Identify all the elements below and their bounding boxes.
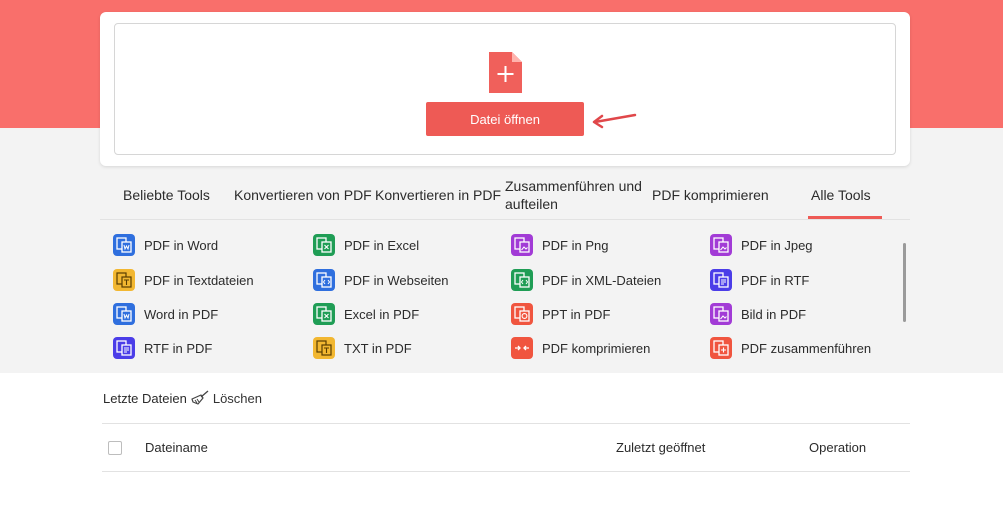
tab-label: Konvertieren von PDF xyxy=(234,187,372,203)
open-file-button[interactable]: Datei öffnen xyxy=(426,102,584,136)
tool-label: PDF in Jpeg xyxy=(741,237,813,253)
upload-card: Datei öffnen xyxy=(100,12,910,166)
select-all-checkbox[interactable] xyxy=(108,441,122,455)
tool-label: PPT in PDF xyxy=(542,306,611,322)
word-doc-icon xyxy=(113,234,135,256)
clear-label: Löschen xyxy=(212,390,262,406)
excel-doc-icon xyxy=(313,303,335,325)
text-doc-icon xyxy=(313,337,335,359)
broom-icon xyxy=(191,390,209,405)
app-window: Datei öffnen Beliebte Tools Konvertieren… xyxy=(0,0,1003,523)
ppt-doc-icon xyxy=(511,303,533,325)
recent-files-table-header: Dateiname Zuletzt geöffnet Operation xyxy=(102,423,910,472)
tool-rtf-in-pdf[interactable]: RTF in PDF xyxy=(113,335,212,361)
tab-alle-tools[interactable]: Alle Tools xyxy=(808,172,882,219)
web-doc-icon xyxy=(313,269,335,291)
tool-pdf-in-jpeg[interactable]: PDF in Jpeg xyxy=(710,232,813,258)
tool-label: PDF in XML-Dateien xyxy=(542,272,662,288)
image-doc-icon xyxy=(511,234,533,256)
tab-label: PDF komprimieren xyxy=(652,187,769,203)
tab-konvertieren-von-pdf[interactable]: Konvertieren von PDF xyxy=(234,172,372,218)
tab-konvertieren-in-pdf[interactable]: Konvertieren in PDF xyxy=(375,172,501,218)
tool-label: PDF in Excel xyxy=(344,237,420,253)
tool-ppt-in-pdf[interactable]: PPT in PDF xyxy=(511,301,610,327)
text-doc-icon xyxy=(113,269,135,291)
rtf-doc-icon xyxy=(113,337,135,359)
tool-pdf-in-rtf[interactable]: PDF in RTF xyxy=(710,267,809,293)
image-doc-icon xyxy=(710,303,732,325)
tool-pdf-in-webseiten[interactable]: PDF in Webseiten xyxy=(313,267,449,293)
image-doc-icon xyxy=(710,234,732,256)
tab-label: Beliebte Tools xyxy=(123,187,210,203)
tool-tabs: Beliebte Tools Konvertieren von PDF Konv… xyxy=(100,172,910,220)
tool-pdf-in-textdateien[interactable]: PDF in Textdateien xyxy=(113,267,254,293)
tool-grid-scrollbar[interactable] xyxy=(903,243,906,322)
tab-label: Alle Tools xyxy=(811,187,871,203)
recent-files-header: Letzte Dateien Löschen xyxy=(103,390,262,406)
tool-grid: PDF in Word PDF in Excel PDF in Png PDF … xyxy=(100,228,890,368)
column-header-last-opened[interactable]: Zuletzt geöffnet xyxy=(616,440,705,455)
file-plus-icon[interactable] xyxy=(489,52,522,93)
tool-label: Word in PDF xyxy=(144,306,219,322)
tool-label: PDF in Word xyxy=(144,237,219,253)
tab-beliebte-tools[interactable]: Beliebte Tools xyxy=(123,172,210,218)
tool-pdf-komprimieren[interactable]: PDF komprimieren xyxy=(511,335,650,361)
tool-label: PDF in Textdateien xyxy=(144,272,254,288)
tool-pdf-in-png[interactable]: PDF in Png xyxy=(511,232,608,258)
tool-label: PDF in RTF xyxy=(741,272,810,288)
tool-label: PDF in Webseiten xyxy=(344,272,449,288)
clear-button[interactable]: Löschen xyxy=(191,390,262,406)
tool-pdf-zusammenfuehren[interactable]: PDF zusammenführen xyxy=(710,335,871,361)
tool-txt-in-pdf[interactable]: TXT in PDF xyxy=(313,335,412,361)
tool-word-in-pdf[interactable]: Word in PDF xyxy=(113,301,218,327)
rtf-doc-icon xyxy=(710,269,732,291)
arrow-pointer-icon xyxy=(592,113,637,129)
column-header-filename[interactable]: Dateiname xyxy=(145,440,208,455)
tool-pdf-in-excel[interactable]: PDF in Excel xyxy=(313,232,419,258)
column-header-operation: Operation xyxy=(809,440,867,455)
tool-label: Bild in PDF xyxy=(741,306,807,322)
tool-label: RTF in PDF xyxy=(144,340,213,356)
tool-label: Excel in PDF xyxy=(344,306,420,322)
tab-label: Konvertieren in PDF xyxy=(375,187,502,203)
tool-pdf-in-word[interactable]: PDF in Word xyxy=(113,232,218,258)
tab-zusammenfuehren-aufteilen[interactable]: Zusammenführen und aufteilen xyxy=(505,172,650,218)
merge-doc-icon xyxy=(710,337,732,359)
file-dropzone[interactable]: Datei öffnen xyxy=(114,23,896,155)
word-doc-icon xyxy=(113,303,135,325)
tool-label: TXT in PDF xyxy=(344,340,412,356)
tab-label: Zusammenführen und aufteilen xyxy=(505,178,642,212)
tool-label: PDF komprimieren xyxy=(542,340,651,356)
tab-pdf-komprimieren[interactable]: PDF komprimieren xyxy=(652,172,769,218)
compress-icon xyxy=(511,337,533,359)
tool-label: PDF in Png xyxy=(542,237,609,253)
tool-label: PDF zusammenführen xyxy=(741,340,872,356)
xml-doc-icon xyxy=(511,269,533,291)
tool-excel-in-pdf[interactable]: Excel in PDF xyxy=(313,301,419,327)
excel-doc-icon xyxy=(313,234,335,256)
tool-bild-in-pdf[interactable]: Bild in PDF xyxy=(710,301,806,327)
tool-pdf-in-xml-dateien[interactable]: PDF in XML-Dateien xyxy=(511,267,661,293)
recent-files-title: Letzte Dateien xyxy=(103,390,187,406)
